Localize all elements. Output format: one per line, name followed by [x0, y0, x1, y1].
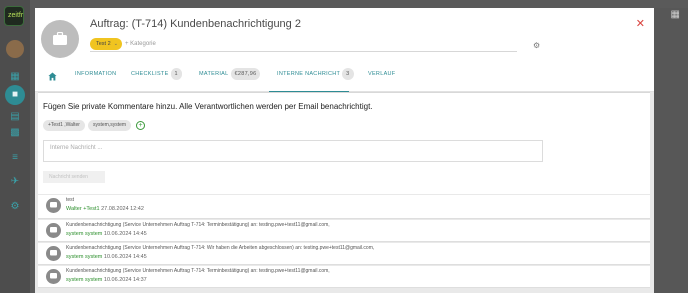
- tab-material[interactable]: MATERIAL €287,96: [199, 66, 261, 92]
- history-entry: test Walter +Test1 27.08.2024 12:42: [38, 195, 650, 219]
- history-text: Kundenbenachrichtigung (Service Unterneh…: [66, 245, 375, 251]
- tab-verlauf[interactable]: VERLAUF: [368, 66, 395, 92]
- sliders-icon[interactable]: ≡: [8, 151, 22, 165]
- modal-tabs: INFORMATION CHECKLISTE 1 MATERIAL €287,96 …: [35, 66, 654, 92]
- history-date: 10.06.2024 14:45: [103, 231, 147, 237]
- history-text: Kundenbenachrichtigung (Service Unterneh…: [66, 222, 330, 228]
- message-icon: [46, 223, 61, 238]
- history-author[interactable]: system system: [66, 254, 102, 260]
- comment-card: Fügen Sie private Kommentare hinzu. Alle…: [38, 92, 650, 194]
- order-avatar: [41, 20, 79, 58]
- document-icon[interactable]: ▤: [8, 110, 22, 124]
- briefcase-icon: [53, 32, 67, 45]
- recipient-chip[interactable]: +Test1 ,Walter: [43, 120, 85, 131]
- message-icon: [46, 269, 61, 284]
- top-bar: [30, 0, 688, 8]
- history-author[interactable]: Walter +Test1: [66, 206, 100, 212]
- message-icon: [46, 198, 61, 213]
- left-navigation-rail: zeitfr ▦ ■ ▤ ▩ ≡ ✈ ⚙: [0, 0, 30, 293]
- modal-header: Auftrag: (T-714) Kundenbenachrichtigung …: [35, 8, 654, 92]
- send-message-button[interactable]: Nachricht senden: [43, 171, 105, 183]
- order-modal: Auftrag: (T-714) Kundenbenachrichtigung …: [35, 8, 654, 293]
- user-avatar[interactable]: [6, 40, 24, 58]
- app-logo-text: zeitfr: [8, 12, 24, 19]
- message-icon: [46, 246, 61, 261]
- tab-badge: €287,96: [230, 67, 261, 80]
- history-entry: Kundenbenachrichtigung (Service Unterneh…: [38, 243, 650, 265]
- history-date: 10.06.2024 14:45: [103, 254, 147, 260]
- history-meta: Walter +Test1 27.08.2024 12:42: [66, 206, 144, 212]
- history-entry: Kundenbenachrichtigung (Service Unterneh…: [38, 266, 650, 288]
- dashboard-icon[interactable]: ▩: [8, 126, 22, 140]
- comment-heading: Fügen Sie private Kommentare hinzu. Alle…: [43, 102, 373, 111]
- tab-home[interactable]: [48, 68, 58, 81]
- calendar-icon[interactable]: ▦: [8, 70, 22, 84]
- tab-label: CHECKLISTE: [131, 71, 169, 77]
- tab-badge: 3: [342, 67, 354, 80]
- tab-label: MATERIAL: [199, 71, 229, 77]
- tab-label: INFORMATION: [75, 71, 117, 77]
- tab-badge: 1: [170, 67, 182, 80]
- history-date: 10.06.2024 14:37: [103, 277, 147, 283]
- tab-label: VERLAUF: [368, 71, 396, 77]
- history-text: Kundenbenachrichtigung (Service Unterneh…: [66, 268, 330, 274]
- settings-gear-icon[interactable]: ⚙: [533, 41, 540, 50]
- message-history: test Walter +Test1 27.08.2024 12:42 Kund…: [38, 195, 650, 289]
- history-text: test: [66, 197, 75, 203]
- tab-information[interactable]: INFORMATION: [75, 66, 116, 92]
- history-meta: system system 10.06.2024 14:45: [66, 254, 147, 260]
- briefcase-icon[interactable]: ■: [5, 85, 25, 105]
- tab-checkliste[interactable]: CHECKLISTE 1: [131, 66, 182, 92]
- tab-interne-nachricht[interactable]: INTERNE NACHRICHT 3: [269, 66, 354, 92]
- tag-label: Test 2: [96, 41, 111, 47]
- internal-message-input[interactable]: [43, 140, 543, 162]
- add-category-input[interactable]: + Kategorie: [125, 38, 156, 50]
- history-meta: system system 10.06.2024 14:45: [66, 231, 147, 237]
- modal-title: Auftrag: (T-714) Kundenbenachrichtigung …: [90, 18, 301, 30]
- history-meta: system system 10.06.2024 14:37: [66, 277, 147, 283]
- history-date: 27.08.2024 12:42: [101, 206, 144, 212]
- tag-dropdown[interactable]: Test 2 ⌄: [90, 38, 122, 50]
- gear-icon[interactable]: ⚙: [8, 200, 22, 214]
- close-icon[interactable]: ✕: [636, 17, 645, 30]
- apps-grid-icon[interactable]: ▦: [671, 9, 680, 20]
- app-logo[interactable]: zeitfr: [4, 6, 24, 26]
- history-author[interactable]: system system: [66, 231, 102, 237]
- history-author[interactable]: system system: [66, 277, 102, 283]
- tag-row: Test 2 ⌄ + Kategorie: [90, 38, 517, 52]
- tab-label: INTERNE NACHRICHT: [277, 71, 341, 77]
- home-icon: [48, 72, 57, 81]
- add-recipient-icon[interactable]: +: [136, 121, 145, 130]
- plane-icon[interactable]: ✈: [8, 175, 22, 189]
- history-entry: Kundenbenachrichtigung (Service Unterneh…: [38, 220, 650, 242]
- chevron-down-icon: ⌄: [113, 41, 118, 47]
- background-panel: [654, 8, 688, 293]
- recipient-chip[interactable]: system,system: [88, 120, 132, 131]
